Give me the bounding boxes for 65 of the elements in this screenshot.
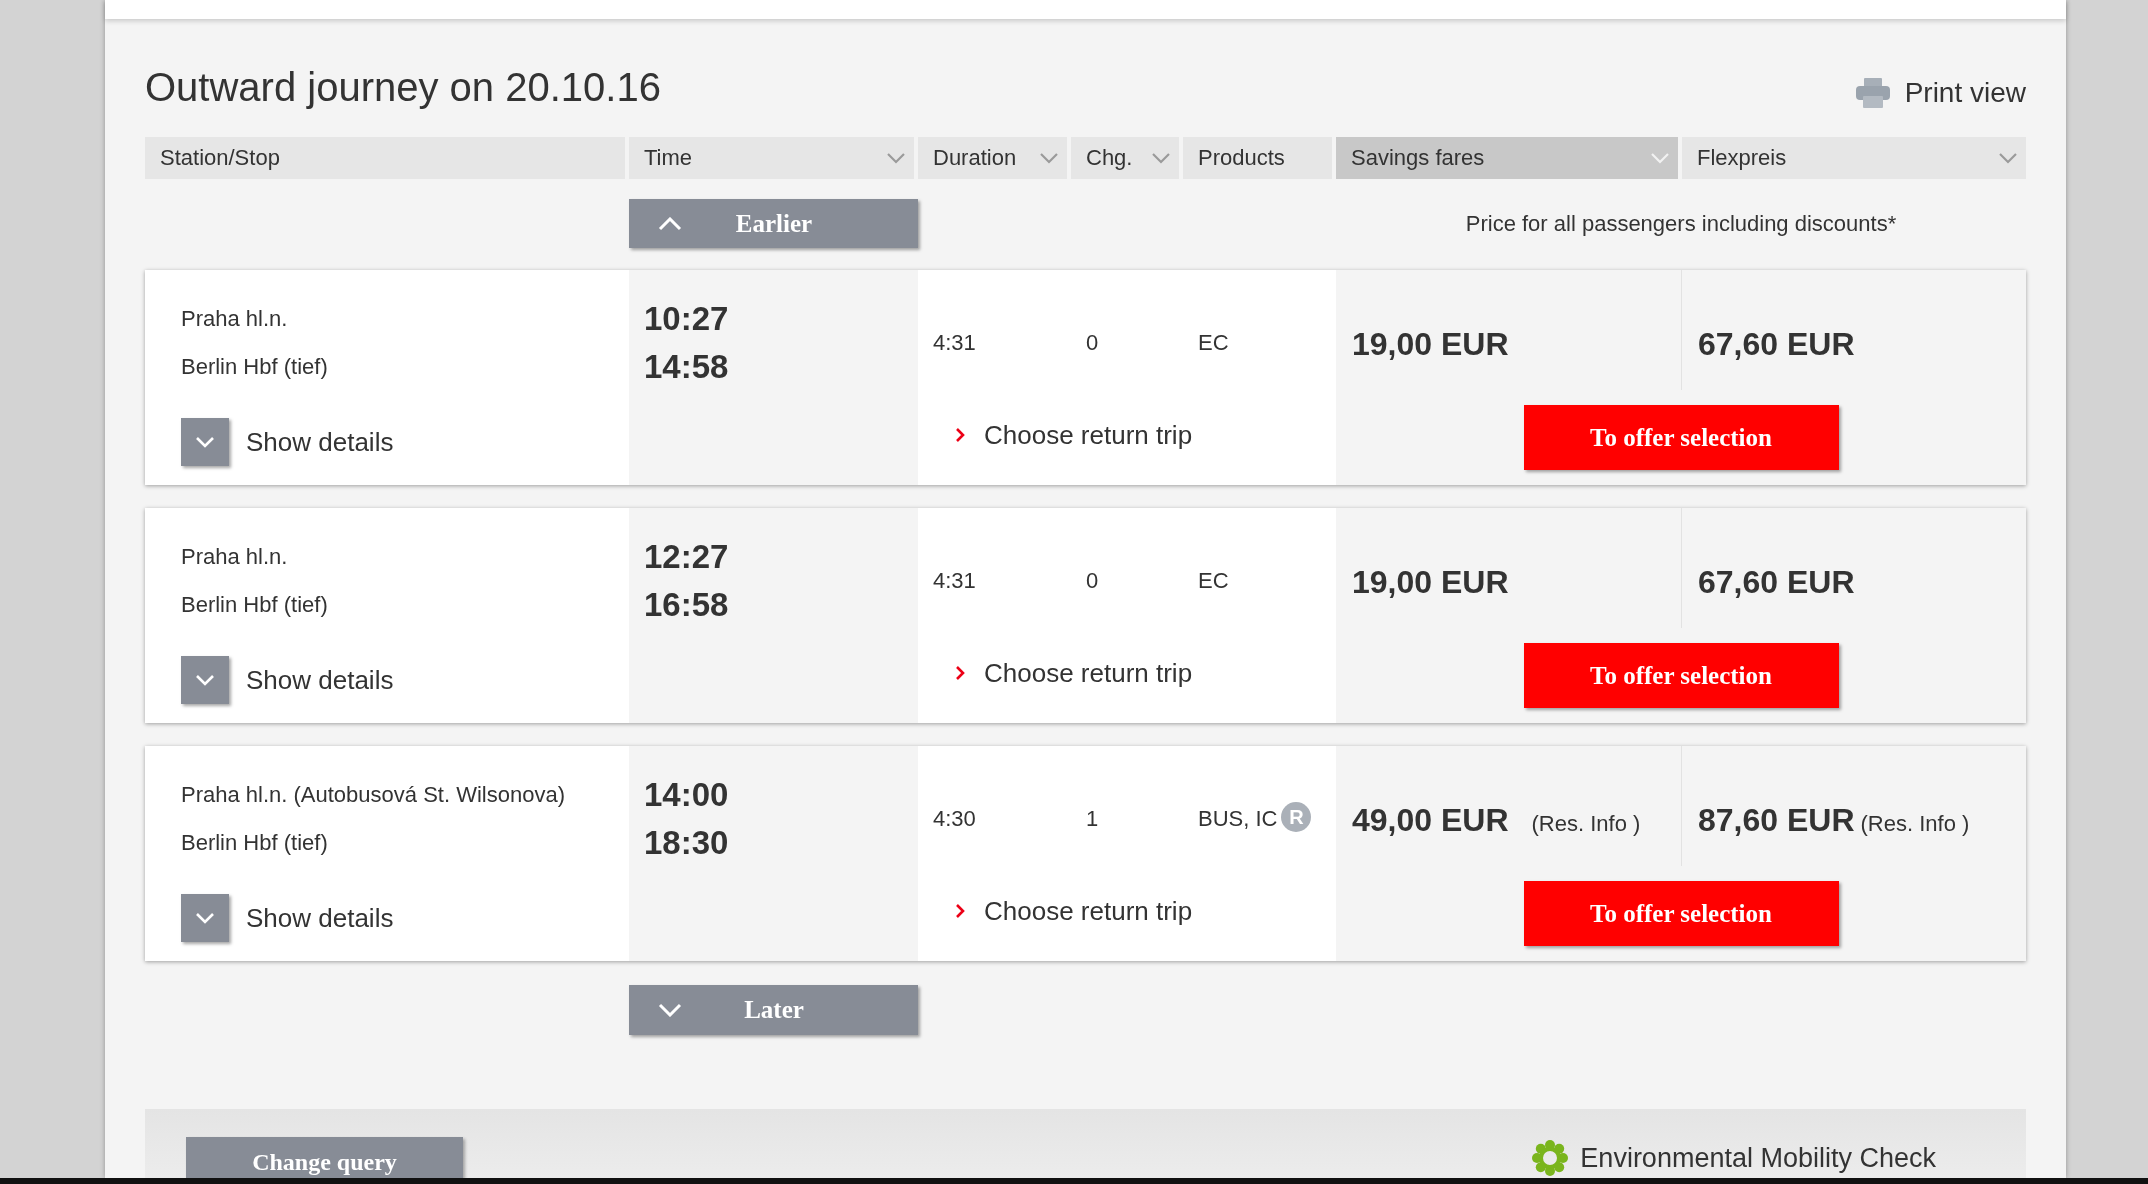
printer-icon bbox=[1855, 78, 1890, 108]
reservation-badge: R bbox=[1281, 802, 1312, 832]
chevron-down-icon bbox=[181, 418, 229, 466]
chevron-down-icon bbox=[181, 656, 229, 704]
eco-check-link[interactable]: Environmental Mobility Check bbox=[1532, 1140, 1936, 1176]
column-header[interactable]: Savings fares bbox=[1336, 137, 1678, 179]
column-header[interactable]: Duration bbox=[918, 137, 1067, 179]
departure-station: Praha hl.n. bbox=[181, 544, 288, 569]
column-header: Products bbox=[1183, 137, 1332, 179]
column-header[interactable]: Flexpreis bbox=[1682, 137, 2026, 179]
savings-price: 19,00 EUR bbox=[1352, 564, 1509, 601]
caret-up-icon bbox=[658, 216, 682, 231]
departure-time: 10:27 bbox=[644, 300, 729, 337]
res-info-text: (Res. Info ) bbox=[1531, 811, 1641, 837]
return-trip-link[interactable]: Choose return trip bbox=[955, 658, 1193, 688]
chevron-down-icon bbox=[1040, 152, 1058, 164]
show-details-button[interactable]: Show details bbox=[181, 656, 394, 704]
chevron-down-icon bbox=[1152, 152, 1170, 164]
flex-price: 67,60 EUR bbox=[1698, 564, 1855, 601]
print-view-link[interactable]: Print view bbox=[1855, 77, 2026, 109]
chevron-down-icon bbox=[181, 894, 229, 942]
arrival-station: Berlin Hbf (tief) bbox=[181, 830, 328, 855]
show-details-button[interactable]: Show details bbox=[181, 894, 394, 942]
column-header[interactable]: Chg. bbox=[1071, 137, 1179, 179]
arrival-time: 14:58 bbox=[644, 348, 729, 385]
offer-selection-button[interactable]: To offer selection bbox=[1523, 643, 1839, 708]
offer-selection-button[interactable]: To offer selection bbox=[1523, 405, 1839, 470]
chevron-down-icon bbox=[1999, 152, 2017, 164]
flower-icon bbox=[1532, 1140, 1569, 1176]
savings-price: 19,00 EUR bbox=[1352, 326, 1509, 363]
arrival-time: 18:30 bbox=[644, 824, 729, 861]
departure-time: 12:27 bbox=[644, 538, 729, 575]
duration-text: 4:30 bbox=[933, 806, 976, 832]
departure-station: Praha hl.n. (Autobusová St. Wilsonova) bbox=[181, 782, 565, 807]
page-title: Outward journey on 20.10.16 bbox=[145, 64, 661, 111]
products-text: EC bbox=[1198, 330, 1229, 356]
departure-station: Praha hl.n. bbox=[181, 306, 288, 331]
arrival-station: Berlin Hbf (tief) bbox=[181, 592, 328, 617]
return-trip-link[interactable]: Choose return trip bbox=[955, 420, 1193, 450]
chevron-right-icon bbox=[955, 903, 965, 919]
products-text: EC bbox=[1198, 568, 1229, 594]
chevron-down-icon bbox=[887, 152, 905, 164]
arrival-time: 16:58 bbox=[644, 586, 729, 623]
changes-count: 1 bbox=[1086, 806, 1099, 832]
flex-price: 67,60 EUR bbox=[1698, 326, 1855, 363]
caret-down-icon bbox=[658, 1003, 682, 1017]
savings-price: 49,00 EUR bbox=[1352, 802, 1509, 839]
changes-count: 0 bbox=[1086, 330, 1099, 356]
show-details-button[interactable]: Show details bbox=[181, 418, 394, 466]
price-note: Price for all passengers including discounts* bbox=[1464, 210, 1898, 237]
arrival-station: Berlin Hbf (tief) bbox=[181, 354, 328, 379]
duration-text: 4:31 bbox=[933, 568, 976, 594]
chevron-right-icon bbox=[955, 427, 965, 443]
flex-price: 87,60 EUR bbox=[1698, 802, 1855, 839]
res-info-text: (Res. Info ) bbox=[1860, 811, 1970, 837]
duration-text: 4:31 bbox=[933, 330, 976, 356]
offer-selection-button[interactable]: To offer selection bbox=[1523, 881, 1839, 946]
column-header[interactable]: Time bbox=[629, 137, 914, 179]
chevron-right-icon bbox=[955, 665, 965, 681]
chevron-down-icon bbox=[1651, 152, 1669, 164]
products-text: BUS, IC bbox=[1198, 806, 1278, 832]
column-header: Station/Stop bbox=[145, 137, 625, 179]
return-trip-link[interactable]: Choose return trip bbox=[955, 896, 1193, 926]
departure-time: 14:00 bbox=[644, 776, 729, 813]
changes-count: 0 bbox=[1086, 568, 1099, 594]
